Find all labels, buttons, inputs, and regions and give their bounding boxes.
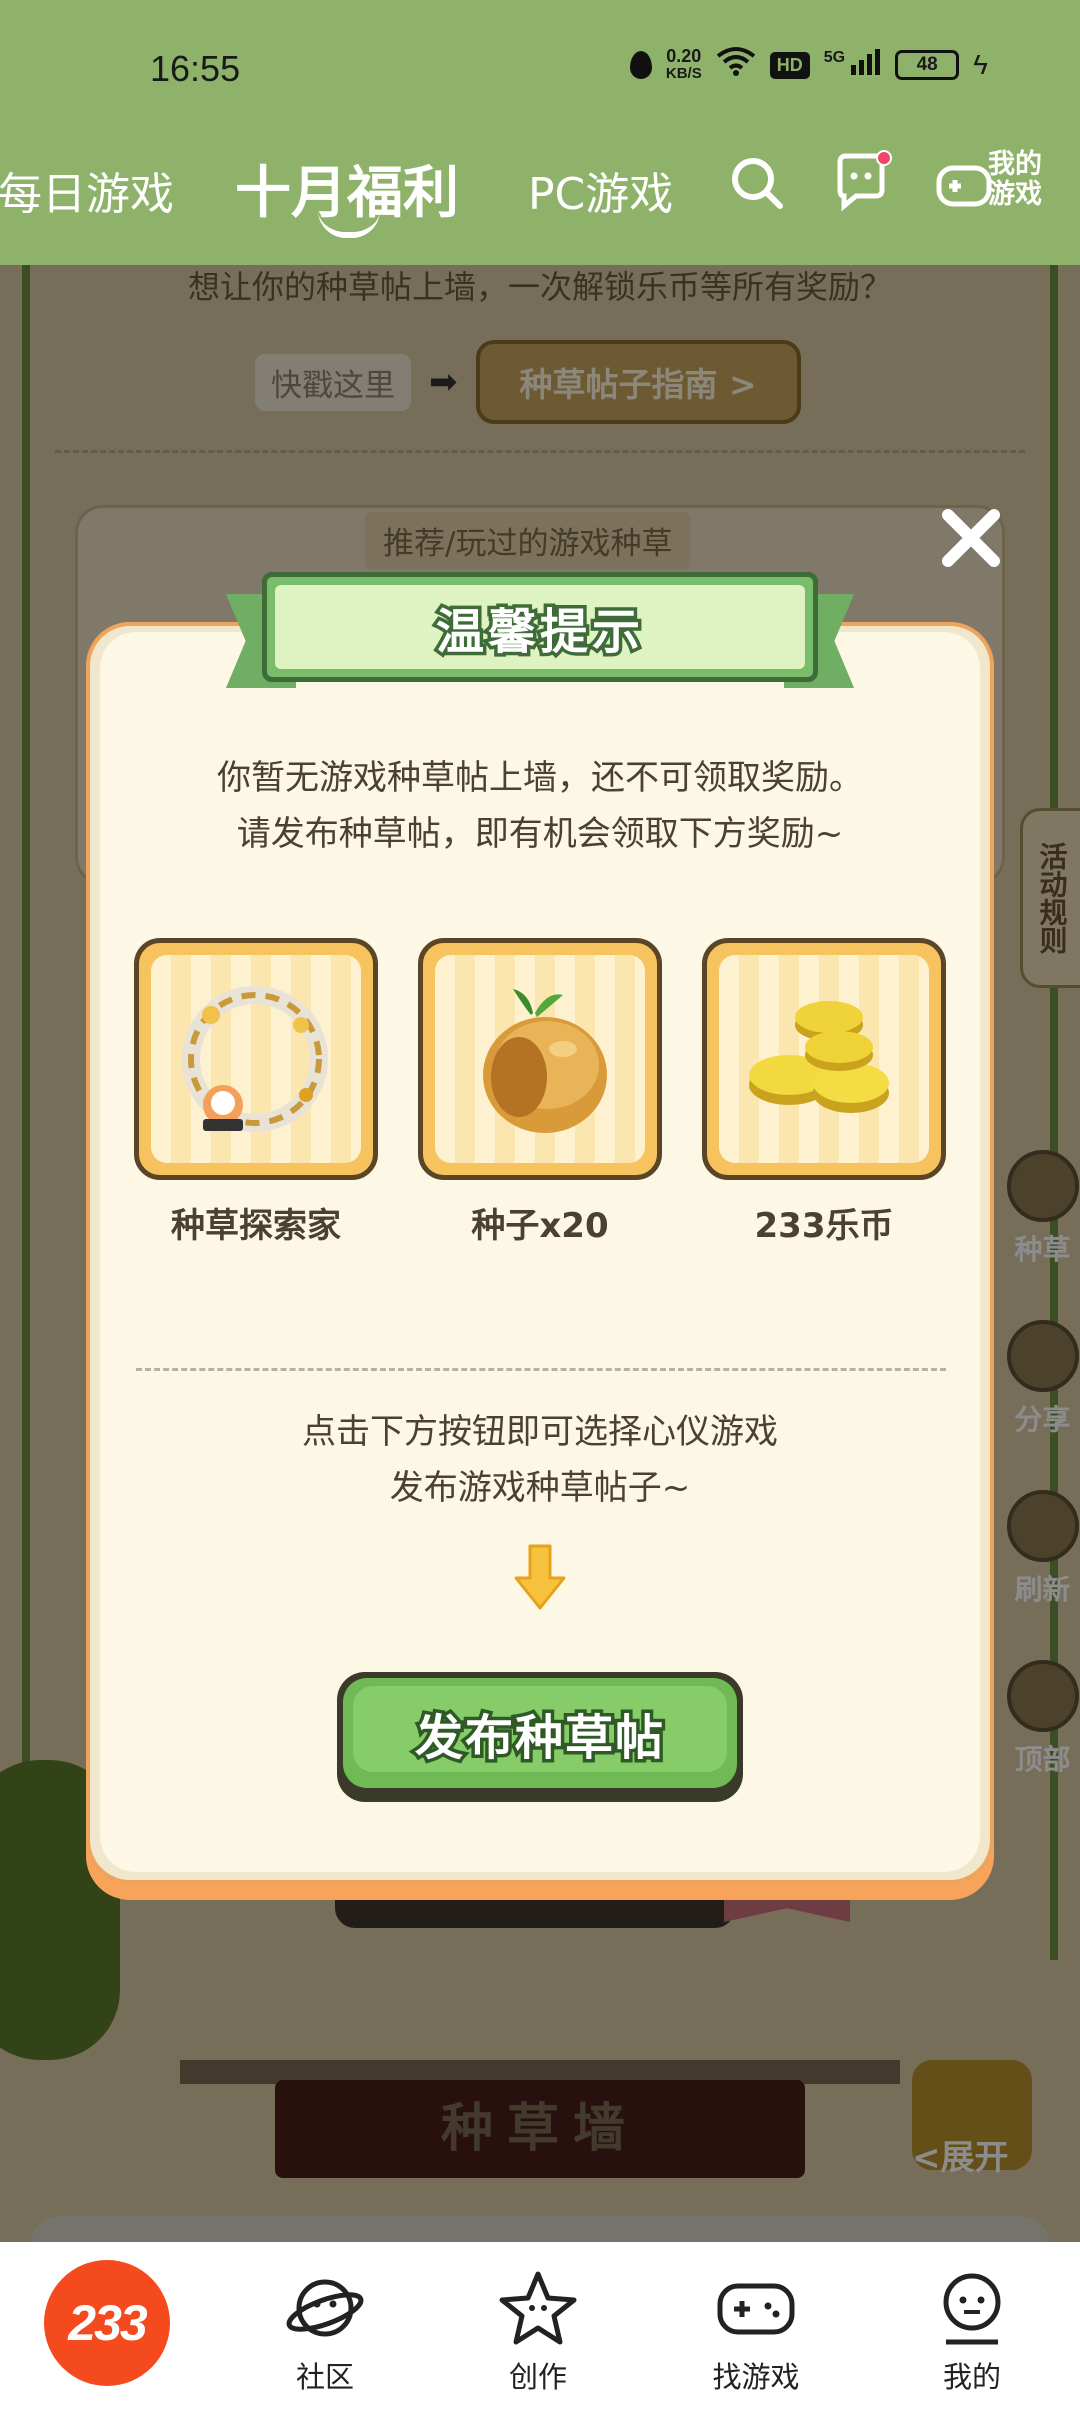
net-speed-value: 0.20	[666, 46, 702, 66]
battery-icon: 48	[895, 50, 960, 80]
seed-icon	[483, 989, 607, 1133]
signal-type: 5G	[823, 49, 846, 66]
nav-label: 我的	[942, 2360, 1001, 2394]
publish-post-button[interactable]: 发布种草帖	[337, 1672, 743, 1802]
reward-box-inner	[435, 955, 645, 1163]
avatar-frame-icon	[182, 986, 328, 1132]
dialog-divider	[136, 1368, 946, 1371]
message-line-1: 你暂无游戏种草帖上墙，还不可领取奖励。	[217, 758, 863, 798]
star-icon	[499, 2271, 577, 2345]
instruction-line-2: 发布游戏种草帖子~	[389, 1468, 691, 1508]
data-saver-icon	[629, 51, 652, 79]
gamepad-icon	[717, 2283, 795, 2335]
reward-box	[418, 938, 662, 1180]
tab-daily-games[interactable]: 每日游戏	[0, 158, 174, 222]
top-tabs: 每日游戏 十月福利 PC游戏 我的 游戏	[0, 140, 1080, 250]
my-games-label[interactable]: 我的 游戏	[988, 150, 1042, 210]
net-speed: 0.20 KB/S	[666, 47, 702, 83]
dialog-instruction: 点击下方按钮即可选择心仪游戏 发布游戏种草帖子~	[86, 1404, 994, 1516]
reward-label: 种子x20	[471, 1206, 609, 1246]
profile-face-icon	[943, 2273, 1001, 2345]
active-tab-indicator	[318, 210, 380, 238]
bottom-nav: 233 社区 创作 找游戏 我的	[0, 2242, 1080, 2412]
coins-icon	[749, 1001, 889, 1113]
instruction-line-1: 点击下方按钮即可选择心仪游戏	[302, 1412, 778, 1452]
reward-box	[702, 938, 946, 1180]
dialog-title: 温馨提示	[432, 601, 644, 664]
arrow-down-icon	[514, 1544, 566, 1610]
tab-pc-games[interactable]: PC游戏	[528, 158, 673, 222]
dialog-message: 你暂无游戏种草帖上墙，还不可领取奖励。 请发布种草帖，即有机会领取下方奖励~	[86, 750, 994, 862]
status-bar: 16:55 0.20 KB/S HD 5G 48 ϟ	[0, 0, 1080, 130]
nav-label: 创作	[508, 2360, 567, 2394]
status-time: 16:55	[150, 48, 241, 89]
my-games-line2: 游戏	[988, 179, 1042, 210]
reward-list: 种草探索家 种子x20 233乐币	[134, 938, 946, 1246]
hd-badge: HD	[769, 51, 810, 79]
charging-icon: ϟ	[973, 49, 988, 80]
signal-icon: 5G	[824, 49, 881, 81]
planet-face-icon	[286, 2279, 364, 2337]
close-icon[interactable]	[938, 505, 1004, 571]
reward-item-coins: 233乐币	[702, 938, 946, 1247]
app-header: 16:55 0.20 KB/S HD 5G 48 ϟ 每日游戏 十月福利 PC游戏…	[0, 0, 1080, 265]
my-games-line1: 我的	[988, 149, 1042, 180]
publish-button-label: 发布种草帖	[411, 1707, 666, 1770]
status-icons: 0.20 KB/S HD 5G 48 ϟ	[629, 46, 988, 84]
home-logo-button[interactable]: 233	[44, 2260, 170, 2386]
net-speed-unit: KB/S	[665, 65, 702, 82]
nav-label: 找游戏	[712, 2360, 800, 2394]
reward-box-inner	[719, 955, 929, 1163]
reward-label: 233乐币	[754, 1206, 894, 1246]
nav-label: 社区	[295, 2360, 354, 2394]
wifi-icon	[716, 46, 756, 84]
battery-level: 48	[916, 54, 938, 75]
reward-box-inner	[151, 955, 361, 1163]
reward-item-seeds: 种子x20	[418, 938, 662, 1247]
search-icon[interactable]	[728, 154, 786, 212]
message-icon[interactable]	[832, 150, 894, 212]
dialog-title-ribbon: 温馨提示	[226, 572, 854, 700]
reward-label: 种草探索家	[171, 1206, 341, 1246]
reward-item-explorer: 种草探索家	[134, 938, 378, 1247]
message-line-2: 请发布种草帖，即有机会领取下方奖励~	[236, 814, 844, 854]
reward-box	[134, 938, 378, 1180]
